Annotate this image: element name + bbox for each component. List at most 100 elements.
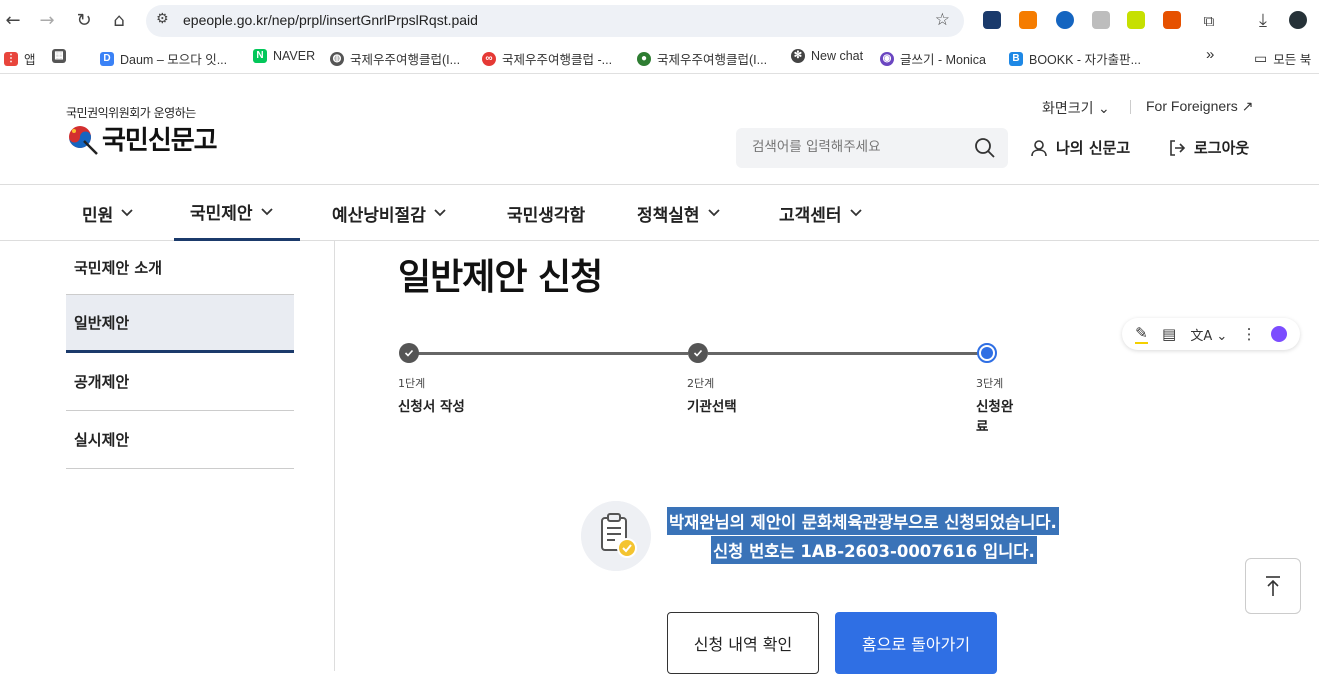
- bookmark-monica[interactable]: ◉ 글쓰기 - Monica: [880, 49, 986, 68]
- chevron-down-icon: [121, 209, 133, 217]
- folder-icon: ▭: [1254, 50, 1268, 66]
- step-done-check-icon: [399, 343, 419, 363]
- extensions-puzzle-icon[interactable]: ⧉: [1196, 8, 1222, 34]
- step-number: 3단계: [976, 377, 1004, 390]
- gnb-item-support[interactable]: 고객센터: [779, 185, 862, 241]
- sidebar-item-intro[interactable]: 국민제안 소개: [66, 241, 294, 295]
- chevron-down-icon: [434, 209, 446, 217]
- external-link-icon: ↗: [1241, 98, 1254, 114]
- bookmark-apps[interactable]: ⋮ 앱: [4, 49, 36, 68]
- bookmark-star-icon[interactable]: ☆: [935, 10, 950, 30]
- logo-title[interactable]: 국민신문고: [102, 120, 218, 157]
- gnb-item-budget[interactable]: 예산낭비절감: [332, 185, 446, 241]
- go-home-button[interactable]: 홈으로 돌아가기: [835, 612, 997, 674]
- step-connector: [418, 352, 688, 355]
- profile-avatar-icon[interactable]: [1289, 11, 1307, 29]
- back-icon[interactable]: ←: [0, 8, 26, 34]
- step-current-icon: [977, 343, 997, 363]
- tab-groups-icon: ▦: [52, 49, 66, 63]
- extension-shield-icon[interactable]: [1056, 11, 1074, 29]
- logout-link[interactable]: 로그아웃: [1168, 137, 1249, 158]
- step-number: 2단계: [687, 377, 715, 390]
- scroll-top-button[interactable]: [1245, 558, 1301, 614]
- bookmarks-more[interactable]: »: [1206, 46, 1214, 63]
- user-icon: [1031, 139, 1047, 156]
- download-icon[interactable]: ⤓: [1250, 8, 1276, 34]
- naver-icon: N: [253, 49, 267, 63]
- bookmark-tab-groups[interactable]: ▦: [52, 49, 72, 63]
- utility-divider: [1130, 100, 1131, 114]
- reload-icon[interactable]: ↻: [71, 8, 97, 34]
- gnb-item-policy[interactable]: 정책실현: [637, 185, 720, 241]
- sidebar-item-general[interactable]: 일반제안: [66, 295, 294, 353]
- logo-subtitle: 국민권익위원회가 운영하는: [66, 106, 196, 120]
- chevron-down-icon: [260, 207, 273, 215]
- application-number-message: 신청 번호는 1AB-2603-0007616 입니다.: [711, 536, 1037, 564]
- page-title: 일반제안 신청: [398, 257, 603, 298]
- step-number: 1단계: [398, 377, 426, 390]
- daum-icon: D: [100, 51, 114, 66]
- view-history-button[interactable]: 신청 내역 확인: [667, 612, 819, 674]
- monica-logo-icon[interactable]: [1270, 326, 1287, 342]
- step-name: 신청서 작성: [398, 399, 465, 415]
- bookk-icon: B: [1009, 51, 1023, 66]
- highlighter-icon[interactable]: ✎: [1135, 324, 1148, 344]
- bookmark-club-2[interactable]: ∞ 국제우주여행클럽 -...: [482, 49, 612, 68]
- monica-icon: ◉: [880, 51, 894, 66]
- bookmarks-bar: ⋮ 앱 ▦ D Daum – 모으다 잇... N NAVER ◍ 국제우주여행클럽(I…: [0, 42, 1319, 74]
- bookmark-bookk[interactable]: B BOOKK - 자가출판...: [1009, 49, 1141, 68]
- progress-steps: 1단계 신청서 작성 2단계 기관선택 3단계 신청완료: [398, 340, 1018, 435]
- globe-icon: ◍: [330, 51, 344, 66]
- sidebar-item-implement[interactable]: 실시제안: [66, 411, 294, 469]
- site-info-icon[interactable]: ⚙: [156, 11, 169, 27]
- step-name: 기관선택: [687, 399, 737, 415]
- bookmark-club-1[interactable]: ◍ 국제우주여행클럽(I...: [330, 49, 460, 68]
- search-icon[interactable]: [974, 137, 996, 159]
- address-bar[interactable]: ⚙ epeople.go.kr/nep/prpl/insertGnrlPrpsl…: [146, 5, 964, 37]
- sidebar-item-public[interactable]: 공개제안: [66, 353, 294, 411]
- summary-icon[interactable]: ▤: [1162, 325, 1176, 343]
- result-message: 박재완님의 제안이 문화체육관광부으로 신청되었습니다.: [667, 507, 1059, 535]
- gnb-item-opinion[interactable]: 국민생각함: [507, 185, 585, 241]
- logo-emblem-icon[interactable]: [66, 123, 98, 155]
- home-icon[interactable]: ⌂: [106, 8, 132, 34]
- all-bookmarks-folder[interactable]: ▭ 모든 북: [1254, 49, 1311, 68]
- chevron-down-icon: [849, 209, 862, 217]
- gnb-item-proposal[interactable]: 국민제안: [174, 185, 300, 241]
- content-divider: [334, 241, 335, 671]
- search-input[interactable]: [752, 139, 962, 155]
- for-foreigners-link[interactable]: For Foreigners ↗: [1146, 98, 1253, 115]
- bookmark-new-chat[interactable]: ✻ New chat: [791, 49, 863, 63]
- step-name: 신청완료: [976, 399, 1014, 435]
- clipboard-check-icon: [581, 501, 651, 571]
- extension-cast-icon[interactable]: [1092, 11, 1110, 29]
- zoom-menu[interactable]: 화면크기 ⌄: [1042, 98, 1110, 118]
- extension-lime-icon[interactable]: [1127, 11, 1145, 29]
- site-header: 국민권익위원회가 운영하는 국민신문고 화면크기 ⌄ For Foreigner…: [0, 75, 1319, 185]
- chevron-down-icon: ⌄: [1097, 101, 1110, 117]
- bookmark-naver[interactable]: N NAVER: [253, 49, 315, 63]
- bookmark-daum[interactable]: D Daum – 모으다 잇...: [100, 49, 227, 68]
- openai-icon: ✻: [791, 49, 805, 63]
- monica-floating-toolbar: ✎ ▤ 文A ⌄ ⋮: [1122, 318, 1300, 350]
- my-sinmungo-link[interactable]: 나의 신문고: [1030, 137, 1130, 158]
- gnb-item-minwon[interactable]: 민원: [82, 185, 133, 241]
- url-text[interactable]: epeople.go.kr/nep/prpl/insertGnrlPrpslRq…: [183, 12, 478, 28]
- apps-grid-icon: ⋮: [4, 51, 18, 66]
- browser-toolbar: ← → ↻ ⌂ ⚙ epeople.go.kr/nep/prpl/insertG…: [0, 0, 1319, 42]
- arrow-up-icon: [1266, 576, 1280, 596]
- translate-icon[interactable]: 文A ⌄: [1190, 325, 1227, 344]
- sidebar: 국민제안 소개 일반제안 공개제안 실시제안: [66, 241, 294, 469]
- forward-icon[interactable]: →: [34, 8, 60, 34]
- leaf-icon: ●: [637, 51, 651, 66]
- extension-ex-icon[interactable]: [1019, 11, 1037, 29]
- search-box: [736, 128, 1008, 168]
- global-nav: 민원 국민제안 예산낭비절감 국민생각함 정책실현 고객센터: [0, 185, 1319, 241]
- extension-fox-icon[interactable]: [1163, 11, 1181, 29]
- bookmark-club-3[interactable]: ● 국제우주여행클럽(I...: [637, 49, 767, 68]
- step-connector: [708, 352, 978, 355]
- chevron-down-icon: [707, 209, 720, 217]
- more-vertical-icon[interactable]: ⋮: [1242, 325, 1257, 343]
- extension-globe-icon[interactable]: [983, 11, 1001, 29]
- step-done-check-icon: [688, 343, 708, 363]
